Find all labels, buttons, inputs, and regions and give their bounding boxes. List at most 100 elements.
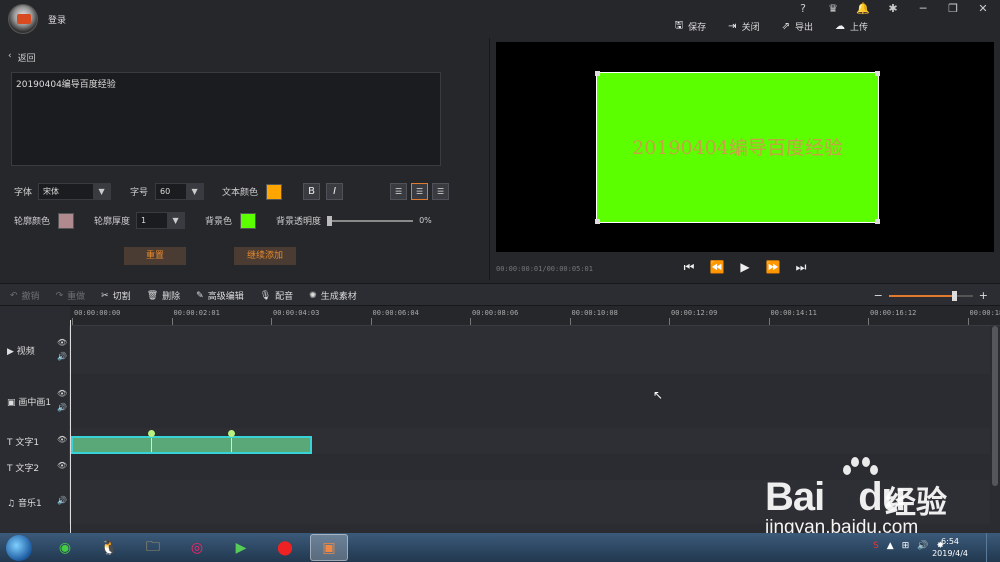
cut-button[interactable]: ✂ 切割 <box>101 289 131 303</box>
track-label: T 文字2 👁 <box>0 454 70 480</box>
undo-icon: ↶ <box>10 290 18 301</box>
font-select[interactable]: 宋体 ▼ <box>38 183 112 200</box>
start-button[interactable] <box>6 535 32 561</box>
keyframe-dot[interactable] <box>148 430 155 437</box>
undo-button[interactable]: ↶ 撤销 <box>10 289 40 303</box>
save-button[interactable]: 🖫 保存 <box>675 18 707 35</box>
gear-icon[interactable]: ✱ <box>886 2 900 15</box>
track-name: T 文字2 <box>7 461 39 474</box>
size-select[interactable]: 60 ▼ <box>155 183 205 200</box>
eye-icon[interactable]: 👁 <box>57 389 67 398</box>
eye-icon[interactable]: 👁 <box>57 435 67 444</box>
outline-width-select[interactable]: 1 ▼ <box>136 212 186 229</box>
text-clip[interactable] <box>71 430 312 454</box>
pip-icon: ▣ <box>7 398 16 408</box>
login-link[interactable]: 登录 <box>48 13 66 26</box>
volume-icon[interactable]: 🔊 <box>917 541 928 551</box>
track-name-text: 画中画1 <box>18 398 52 408</box>
taskbar-app-firefox[interactable]: ◎ <box>178 534 216 561</box>
scissors-icon: ✂ <box>101 290 109 301</box>
italic-button[interactable]: I <box>326 183 344 200</box>
resize-handle[interactable] <box>595 219 600 224</box>
network-icon[interactable]: ⊞ <box>902 541 910 551</box>
minimize-icon[interactable]: ─ <box>916 2 930 15</box>
reset-button[interactable]: 重置 <box>124 247 186 265</box>
playhead[interactable] <box>70 320 71 533</box>
show-desktop-button[interactable] <box>986 533 1000 562</box>
taskbar-app-editor[interactable]: ▣ <box>310 534 348 561</box>
text-color-swatch[interactable] <box>266 183 283 200</box>
generate-material-button[interactable]: ✺ 生成素材 <box>309 289 357 303</box>
ruler-tick-label: 00:00:12:09 <box>671 309 718 317</box>
zoom-in-icon[interactable]: + <box>979 289 988 302</box>
time-ruler[interactable]: 00:00:00:00 00:00:02:01 00:00:04:03 00:00:0… <box>70 306 1000 326</box>
align-right-button[interactable]: ☰ <box>432 183 450 200</box>
timeline-scrollbar[interactable] <box>992 326 998 486</box>
bg-color-swatch[interactable] <box>240 212 257 229</box>
taskbar-app-video[interactable]: ▶ <box>222 534 260 561</box>
restore-icon[interactable]: ❐ <box>946 2 960 15</box>
play-icon[interactable]: ▶ <box>737 260 753 275</box>
speaker-icon[interactable]: 🔊 <box>57 403 67 412</box>
upload-button[interactable]: ☁ 上传 <box>835 18 868 35</box>
app-logo <box>8 4 38 34</box>
ruler-tick <box>271 318 272 325</box>
zoom-knob[interactable] <box>952 290 958 301</box>
tray-expand-icon[interactable]: ▲ <box>887 541 894 551</box>
close-icon[interactable]: ✕ <box>976 2 990 15</box>
bg-opacity-value: 0% <box>419 216 432 225</box>
next-frame-icon[interactable]: ⏩ <box>765 260 781 275</box>
prev-frame-icon[interactable]: ⏪ <box>709 260 725 275</box>
bg-opacity-label: 背景透明度 <box>276 217 322 227</box>
track-label: ♫ 音乐1 🔊 <box>0 480 70 524</box>
zoom-out-icon[interactable]: − <box>874 289 883 302</box>
dropdown-arrow-icon: ▼ <box>167 213 185 228</box>
skip-end-icon[interactable]: ⏭ <box>793 260 809 275</box>
taskbar-app-explorer[interactable]: 🗀 <box>134 534 172 561</box>
skip-start-icon[interactable]: ⏮ <box>681 260 697 275</box>
outline-color-swatch[interactable] <box>58 212 75 229</box>
slider-knob[interactable] <box>327 215 333 226</box>
resize-handle[interactable] <box>875 71 880 76</box>
eye-icon[interactable]: 👁 <box>57 338 67 347</box>
dub-button[interactable]: 🎙 配音 <box>259 289 293 303</box>
help-icon[interactable]: ? <box>796 2 810 15</box>
sogou-icon[interactable]: S <box>873 541 879 551</box>
align-center-button[interactable]: ☰ <box>411 183 429 200</box>
speaker-icon[interactable]: 🔊 <box>57 496 67 505</box>
vip-icon[interactable]: ♛ <box>826 2 840 15</box>
align-left-button[interactable]: ☰ <box>390 183 408 200</box>
advanced-edit-button[interactable]: ✎ 高级编辑 <box>196 289 244 303</box>
text-input[interactable]: 20190404编导百度经验 <box>11 72 441 166</box>
continue-add-button[interactable]: 继续添加 <box>234 247 296 265</box>
bold-button[interactable]: B <box>303 183 321 200</box>
bell-icon[interactable]: 🔔 <box>856 2 870 15</box>
taskbar-clock[interactable]: 6:54 2019/4/4 <box>932 536 968 560</box>
bg-opacity-slider[interactable] <box>327 215 414 226</box>
export-button[interactable]: ⇗ 导出 <box>782 18 813 35</box>
size-label: 字号 <box>130 188 149 198</box>
close-project-button[interactable]: ⇥ 关闭 <box>728 18 759 35</box>
taskbar-app-360[interactable]: ◉ <box>46 534 84 561</box>
preview-canvas[interactable]: 20190404编导百度经验 <box>595 71 880 224</box>
track-pip: ▣ 画中画1 👁 🔊 <box>0 375 990 427</box>
microphone-icon: 🎙 <box>259 290 272 301</box>
zoom-slider[interactable] <box>888 290 973 301</box>
taskbar-app-recorder[interactable]: ⬤ <box>266 534 304 561</box>
resize-handle[interactable] <box>595 71 600 76</box>
ruler-tick-label: 00:00:10:08 <box>571 309 618 317</box>
back-button[interactable]: ‹ 返回 <box>8 51 36 64</box>
keyframe-dot[interactable] <box>228 430 235 437</box>
outline-width-value: 1 <box>141 216 147 225</box>
redo-button[interactable]: ↷ 重做 <box>56 289 86 303</box>
eye-icon[interactable]: 👁 <box>57 461 67 470</box>
ruler-tick <box>72 318 73 325</box>
resize-handle[interactable] <box>875 219 880 224</box>
font-row: 字体 宋体 ▼ 字号 60 ▼ 文本颜色 B I ☰ ☰ ☰ <box>14 183 450 200</box>
taskbar-app-qq[interactable]: 🐧 <box>90 534 128 561</box>
trash-icon: 🗑 <box>146 290 159 301</box>
speaker-icon[interactable]: 🔊 <box>57 352 67 361</box>
ruler-tick-label: 00:00:14:11 <box>770 309 817 317</box>
edit-toolbar: ↶ 撤销 ↷ 重做 ✂ 切割 🗑 删除 ✎ 高级编辑 🎙 配音 ✺ 生成素材 − + <box>0 283 1000 306</box>
delete-button[interactable]: 🗑 删除 <box>146 289 180 303</box>
